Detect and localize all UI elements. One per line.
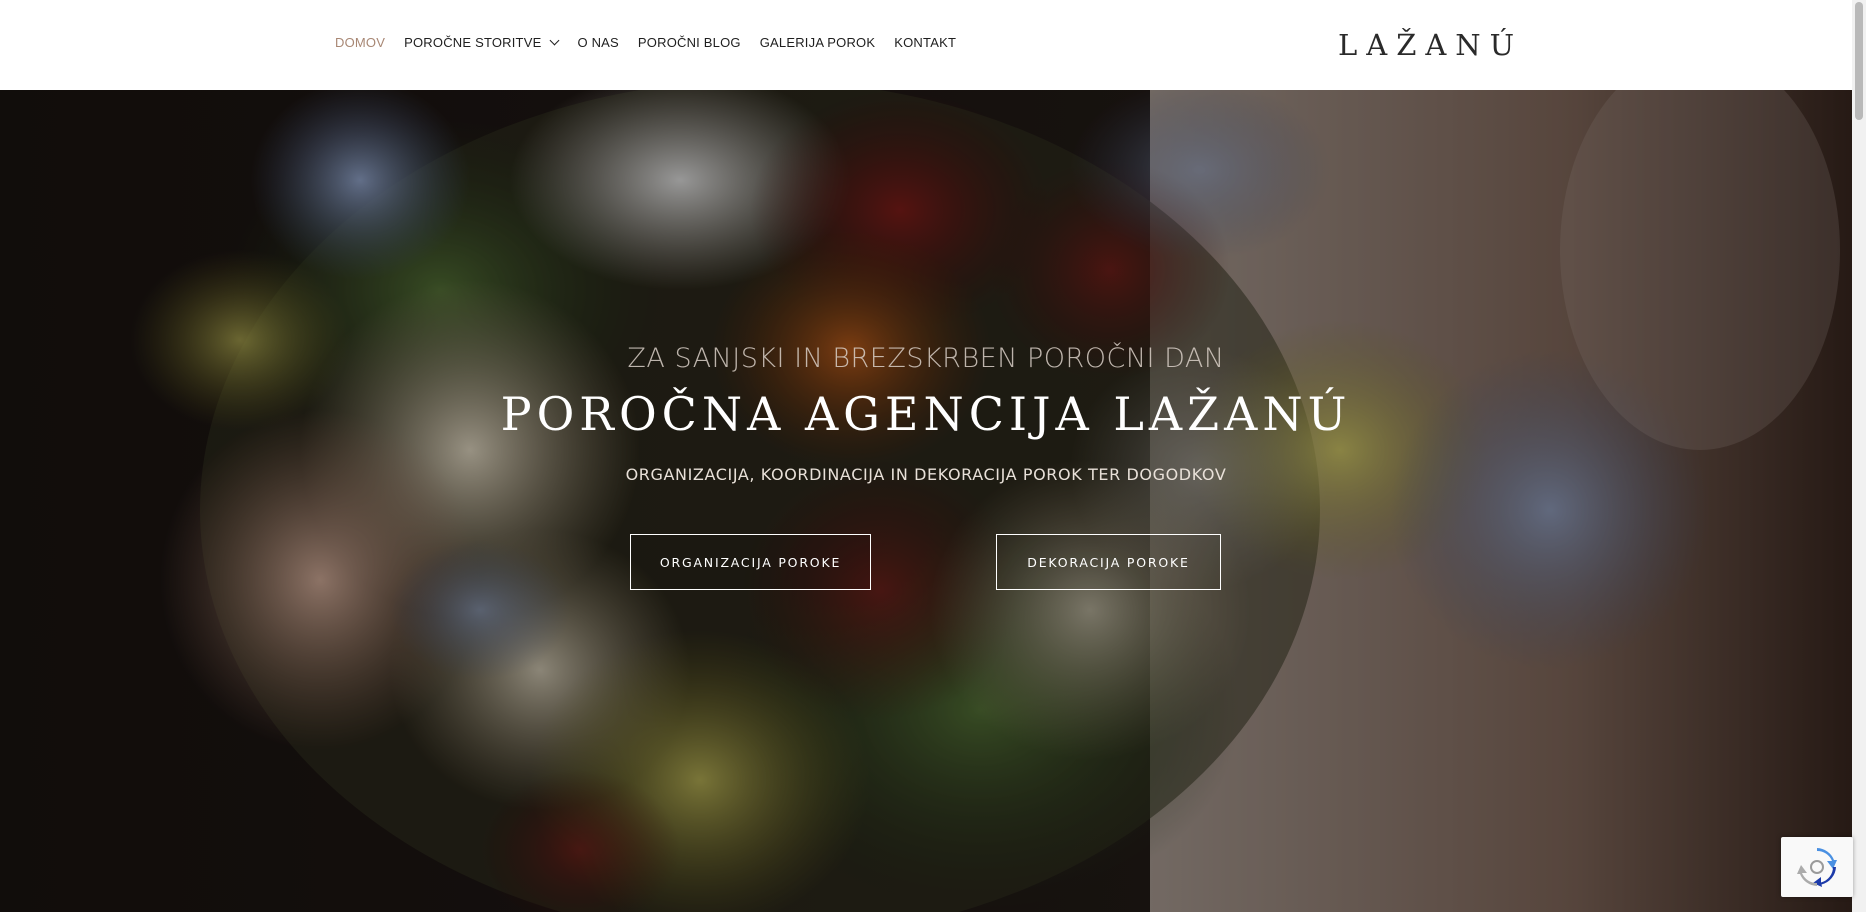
recaptcha-badge[interactable] <box>1781 837 1853 897</box>
nav-item-galerija-porok[interactable]: GALERIJA POROK <box>760 35 876 50</box>
nav-item-label: O NAS <box>577 35 619 50</box>
nav-item-label: POROČNE STORITVE <box>404 35 542 50</box>
recaptcha-icon <box>1797 848 1837 887</box>
nav-item-porocne-storitve[interactable]: POROČNE STORITVE <box>404 35 560 50</box>
logo-text: LAŽANÚ <box>1338 28 1524 62</box>
nav-item-label: DOMOV <box>335 35 386 50</box>
hero-dark-overlay <box>0 90 1852 912</box>
main-nav: DOMOV POROČNE STORITVE O NAS POROČNI BLO… <box>335 35 975 50</box>
page: DOMOV POROČNE STORITVE O NAS POROČNI BLO… <box>0 0 1866 912</box>
nav-item-kontakt[interactable]: KONTAKT <box>894 35 956 50</box>
hero-tagline: ZA SANJSKI IN BREZSKRBEN POROČNI DAN <box>627 343 1225 374</box>
organizacija-poroke-button[interactable]: ORGANIZACIJA POROKE <box>630 534 871 590</box>
scrollbar-thumb[interactable] <box>1855 2 1863 120</box>
button-label: ORGANIZACIJA POROKE <box>659 554 842 570</box>
nav-item-porocni-blog[interactable]: POROČNI BLOG <box>638 35 741 50</box>
hero-title: POROČNA AGENCIJA LAŽANÚ <box>500 387 1352 441</box>
nav-item-label: KONTAKT <box>894 35 957 50</box>
button-label: DEKORACIJA POROKE <box>1027 554 1190 570</box>
nav-item-label: GALERIJA POROK <box>759 35 876 50</box>
nav-item-domov[interactable]: DOMOV <box>335 35 385 50</box>
hero-section: ZA SANJSKI IN BREZSKRBEN POROČNI DAN POR… <box>0 90 1852 912</box>
hero-subtitle: ORGANIZACIJA, KOORDINACIJA IN DEKORACIJA… <box>625 465 1227 484</box>
dekoracija-poroke-button[interactable]: DEKORACIJA POROKE <box>996 534 1221 590</box>
nav-item-o-nas[interactable]: O NAS <box>577 35 618 50</box>
page-scrollbar[interactable] <box>1852 0 1866 912</box>
nav-item-label: POROČNI BLOG <box>637 35 741 50</box>
site-logo[interactable]: LAŽANÚ <box>1338 28 1523 62</box>
site-header: DOMOV POROČNE STORITVE O NAS POROČNI BLO… <box>0 0 1852 90</box>
chevron-down-icon <box>550 35 560 46</box>
